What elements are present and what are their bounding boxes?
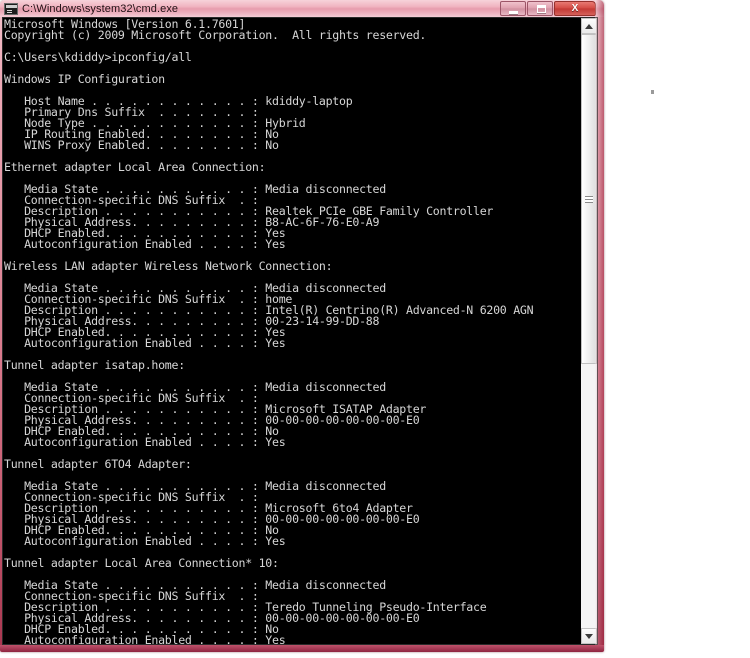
window-controls[interactable]: X <box>499 1 596 16</box>
close-button[interactable]: X <box>554 1 596 16</box>
window-title-bar[interactable]: C:\Windows\system32\cmd.exe X <box>0 0 604 17</box>
console-line: Autoconfiguration Enabled . . . . : Yes <box>4 435 286 449</box>
console-line: Autoconfiguration Enabled . . . . : Yes <box>4 237 286 251</box>
minimize-icon <box>509 11 518 14</box>
minimize-button[interactable] <box>500 1 526 16</box>
cmd-icon <box>4 2 18 15</box>
maximize-icon <box>537 5 546 13</box>
console-line: Autoconfiguration Enabled . . . . : Yes <box>4 534 286 548</box>
close-icon: X <box>571 2 579 14</box>
console-output: Microsoft Windows [Version 6.1.7601] Copy… <box>3 18 580 644</box>
desktop-speck <box>651 90 654 94</box>
console-line: Tunnel adapter isatap.home: <box>4 358 185 372</box>
console-client-area[interactable]: Microsoft Windows [Version 6.1.7601] Copy… <box>2 17 598 645</box>
console-scrollbar[interactable] <box>580 18 597 644</box>
console-line: Copyright (c) 2009 Microsoft Corporation… <box>4 28 427 42</box>
console-line: Ethernet adapter Local Area Connection: <box>4 160 266 174</box>
scroll-up-button[interactable] <box>581 18 597 34</box>
maximize-button[interactable] <box>527 1 553 16</box>
console-line: Autoconfiguration Enabled . . . . : Yes <box>4 336 286 350</box>
scrollbar-grip-icon <box>585 195 593 203</box>
scrollbar-track[interactable] <box>581 34 597 628</box>
console-line: Autoconfiguration Enabled . . . . : Yes <box>4 633 286 644</box>
window-title: C:\Windows\system32\cmd.exe <box>22 2 179 15</box>
console-line: Wireless LAN adapter Wireless Network Co… <box>4 259 333 273</box>
scroll-down-arrow-icon <box>585 633 593 639</box>
console-line: C:\Users\kdiddy>ipconfig/all <box>4 50 192 64</box>
command-prompt-window[interactable]: C:\Windows\system32\cmd.exe X Microsoft … <box>0 0 604 652</box>
scroll-down-button[interactable] <box>581 628 597 644</box>
console-line: Tunnel adapter 6TO4 Adapter: <box>4 457 192 471</box>
console-line: WINS Proxy Enabled. . . . . . . . : No <box>4 138 279 152</box>
console-line: Tunnel adapter Local Area Connection* 10… <box>4 556 279 570</box>
console-line: Windows IP Configuration <box>4 72 165 86</box>
scrollbar-thumb[interactable] <box>581 34 597 364</box>
scroll-up-arrow-icon <box>585 23 593 29</box>
window-frame-bottom <box>0 645 604 652</box>
